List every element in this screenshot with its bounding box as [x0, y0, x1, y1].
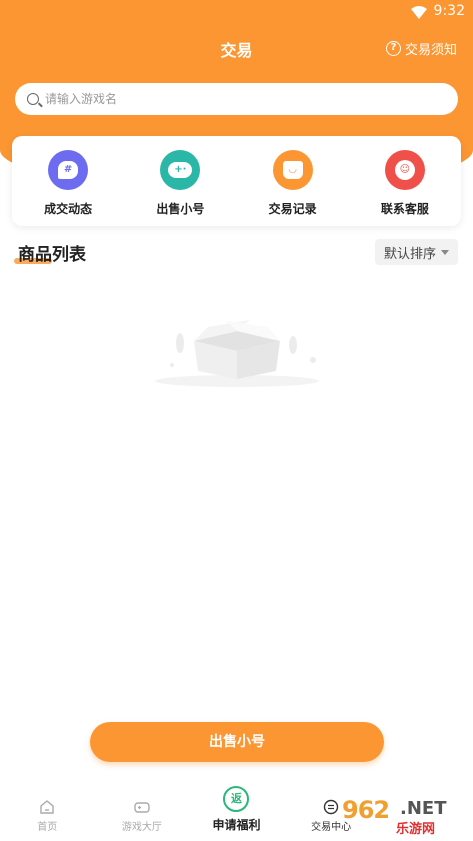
shopping-bag-icon: ◡: [272, 150, 313, 190]
status-time: 9:32: [433, 3, 465, 19]
wifi-icon: [411, 6, 427, 19]
caret-down-icon: [441, 249, 449, 255]
trade-notice-link[interactable]: ? 交易须知: [385, 39, 457, 58]
trade-notice-label: 交易须知: [404, 43, 457, 58]
tab-label: 游戏大厅: [121, 822, 162, 833]
home-icon: [40, 800, 54, 814]
watermark-number: 962: [342, 796, 390, 824]
sort-label: 默认排序: [383, 246, 436, 262]
site-watermark-logo: 962 .NET 乐游网: [322, 796, 467, 837]
watermark-suffix: .NET: [400, 798, 447, 819]
tab-apply-welfare[interactable]: 返 申请福利: [189, 785, 284, 841]
empty-box-icon: [155, 320, 319, 387]
quick-actions-card: # 成交动态 +· 出售小号 ◡ 交易记录 ☺ 联系客服: [12, 136, 461, 226]
tab-label: 申请福利: [212, 818, 261, 832]
headset-icon: ☺: [384, 150, 425, 190]
tab-game-hall[interactable]: 游戏大厅: [95, 785, 190, 841]
gamepad-icon: [134, 802, 150, 813]
status-bar: 9:32: [0, 0, 473, 26]
product-list-title: 商品列表: [18, 245, 86, 265]
quick-action-label: 交易记录: [268, 202, 317, 216]
sell-account-button[interactable]: 出售小号: [90, 722, 384, 762]
rebate-icon: 返: [223, 786, 250, 812]
help-icon: ?: [385, 41, 401, 56]
search-input[interactable]: [45, 92, 425, 106]
gamepad-icon: +·: [160, 150, 201, 190]
quick-action-sell-account[interactable]: +· 出售小号: [124, 136, 236, 226]
search-bar[interactable]: [15, 83, 458, 115]
quick-action-label: 成交动态: [44, 202, 93, 216]
quick-action-label: 出售小号: [156, 202, 205, 216]
quick-action-label: 联系客服: [380, 202, 429, 216]
hash-chat-icon: #: [48, 150, 89, 190]
search-icon: [27, 93, 39, 105]
quick-action-customer-service[interactable]: ☺ 联系客服: [349, 136, 461, 226]
tab-home[interactable]: 首页: [0, 785, 95, 841]
sort-dropdown[interactable]: 默认排序: [375, 239, 458, 265]
quick-action-deal-feed[interactable]: # 成交动态: [12, 136, 124, 226]
quick-action-trade-records[interactable]: ◡ 交易记录: [237, 136, 349, 226]
tab-label: 首页: [37, 822, 58, 833]
watermark-site: 乐游网: [396, 822, 436, 837]
